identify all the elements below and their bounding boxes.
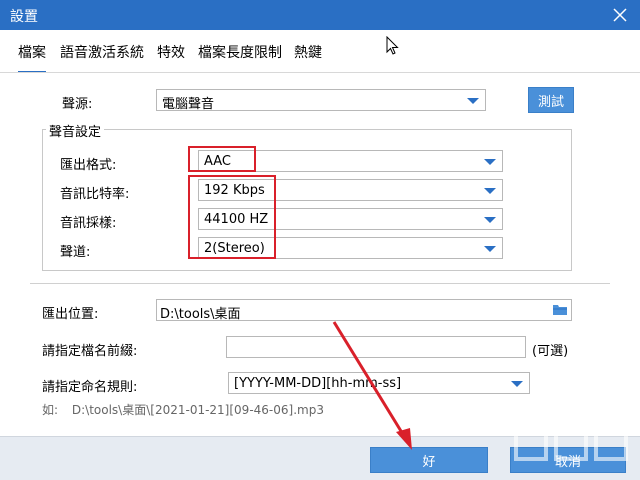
settings-window: 設置 檔案 語音激活系統 特效 檔案長度限制 熱鍵 聲源: 電腦聲音 測試 聲音…	[0, 0, 640, 480]
annotation-arrow-icon	[332, 321, 412, 450]
